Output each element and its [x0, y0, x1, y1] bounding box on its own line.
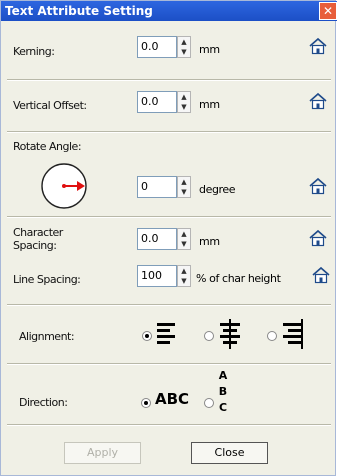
- line-spacing-label: Line Spacing:: [13, 273, 81, 286]
- character-spacing-input[interactable]: 0.0: [137, 228, 177, 250]
- spin-up-icon[interactable]: ▲: [178, 177, 190, 187]
- kerning-unit: mm: [199, 43, 220, 56]
- align-center-icon[interactable]: [218, 319, 242, 349]
- separator: [7, 216, 331, 218]
- direction-vertical-radio[interactable]: [204, 398, 214, 408]
- align-right-radio[interactable]: [267, 331, 277, 341]
- vertical-char-b: B: [218, 385, 228, 398]
- direction-label: Direction:: [19, 396, 68, 409]
- window-title: Text Attribute Setting: [5, 4, 153, 18]
- rotate-angle-spinner[interactable]: ▲ ▼: [177, 176, 191, 198]
- vertical-char-c: C: [218, 401, 228, 414]
- alignment-label: Alignment:: [19, 330, 75, 343]
- kerning-input[interactable]: 0.0: [137, 36, 177, 58]
- spin-down-icon[interactable]: ▼: [178, 102, 190, 112]
- spin-down-icon[interactable]: ▼: [178, 276, 190, 286]
- rotation-dial[interactable]: [39, 161, 89, 211]
- align-left-radio[interactable]: [142, 331, 152, 341]
- vertical-offset-label: Vertical Offset:: [13, 99, 87, 112]
- reset-character-spacing-button[interactable]: [308, 228, 328, 248]
- separator: [7, 304, 331, 306]
- align-right-icon[interactable]: [282, 319, 304, 349]
- reset-rotate-angle-button[interactable]: [308, 176, 328, 196]
- separator: [7, 424, 331, 426]
- direction-vertical-text[interactable]: A B C: [217, 369, 229, 414]
- vertical-offset-input[interactable]: 0.0: [137, 91, 177, 113]
- line-spacing-spinner[interactable]: ▲ ▼: [177, 265, 191, 287]
- vertical-offset-unit: mm: [199, 98, 220, 111]
- align-center-radio[interactable]: [204, 331, 214, 341]
- rotate-angle-input[interactable]: 0: [137, 176, 177, 198]
- rotate-angle-unit: degree: [199, 183, 236, 196]
- close-window-button[interactable]: ✕: [319, 2, 337, 20]
- rotate-angle-label: Rotate Angle:: [13, 140, 82, 153]
- vertical-char-a: A: [218, 369, 228, 382]
- house-icon: [309, 177, 327, 195]
- spin-up-icon[interactable]: ▲: [178, 92, 190, 102]
- spin-down-icon[interactable]: ▼: [178, 47, 190, 57]
- reset-vertical-offset-button[interactable]: [308, 91, 328, 111]
- separator: [7, 79, 331, 81]
- spin-up-icon[interactable]: ▲: [178, 266, 190, 276]
- character-spacing-label-line1: Character: [13, 226, 63, 239]
- align-left-icon[interactable]: [156, 321, 178, 347]
- spin-up-icon[interactable]: ▲: [178, 37, 190, 47]
- apply-button[interactable]: Apply: [64, 442, 141, 464]
- vertical-offset-spinner[interactable]: ▲ ▼: [177, 91, 191, 113]
- spin-up-icon[interactable]: ▲: [178, 229, 190, 239]
- kerning-spinner[interactable]: ▲ ▼: [177, 36, 191, 58]
- character-spacing-spinner[interactable]: ▲ ▼: [177, 228, 191, 250]
- character-spacing-label: Character Spacing:: [13, 226, 63, 252]
- character-spacing-unit: mm: [199, 235, 220, 248]
- kerning-label: Kerning:: [13, 45, 55, 58]
- direction-horizontal-radio[interactable]: [141, 398, 151, 408]
- title-bar: Text Attribute Setting ✕: [1, 1, 337, 21]
- line-spacing-unit: % of char height: [196, 272, 281, 285]
- reset-kerning-button[interactable]: [308, 36, 328, 56]
- separator: [7, 131, 331, 133]
- close-button[interactable]: Close: [191, 442, 268, 464]
- house-icon: [309, 229, 327, 247]
- direction-horizontal-text[interactable]: ABC: [155, 390, 189, 408]
- house-icon: [312, 266, 330, 284]
- house-icon: [309, 37, 327, 55]
- text-attribute-dialog: Text Attribute Setting ✕ Kerning: 0.0 ▲ …: [0, 0, 337, 476]
- line-spacing-input[interactable]: 100: [137, 265, 177, 287]
- reset-line-spacing-button[interactable]: [311, 265, 331, 285]
- spin-down-icon[interactable]: ▼: [178, 187, 190, 197]
- spin-down-icon[interactable]: ▼: [178, 239, 190, 249]
- separator: [7, 363, 331, 365]
- house-icon: [309, 92, 327, 110]
- character-spacing-label-line2: Spacing:: [13, 239, 57, 252]
